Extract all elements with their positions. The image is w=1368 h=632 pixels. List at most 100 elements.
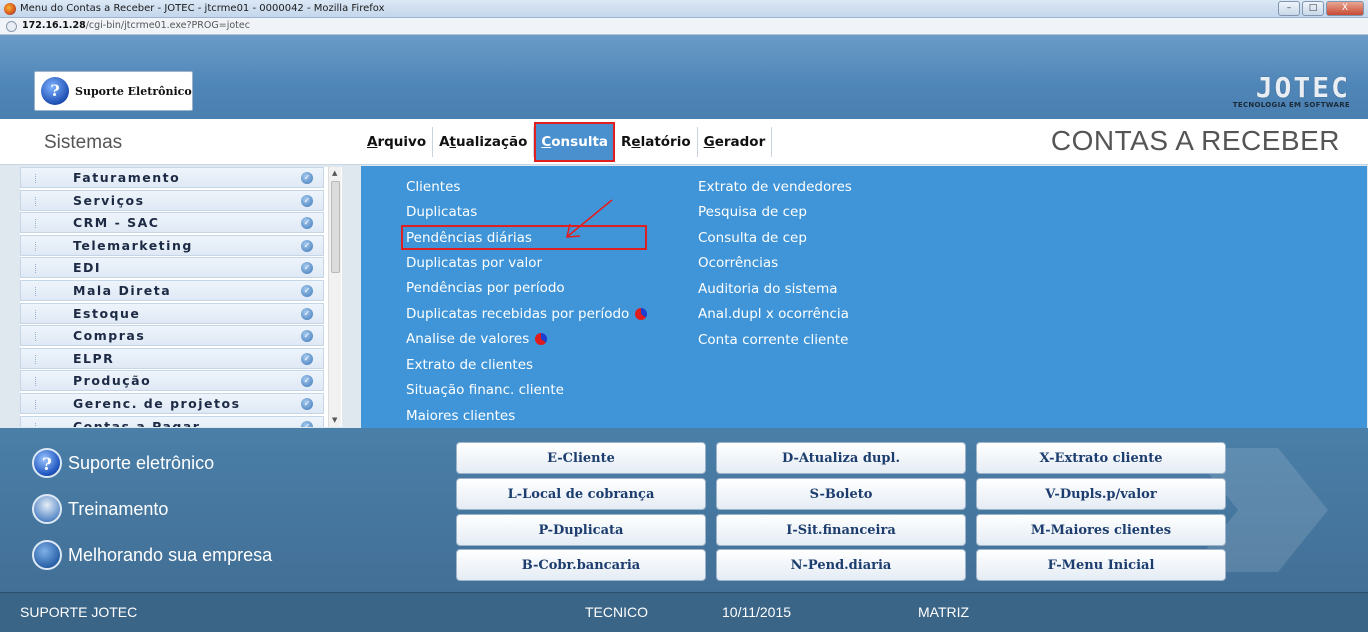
dropdown-item-label: Pesquisa de cep	[698, 204, 807, 221]
dropdown-item-label: Analise de valores	[406, 331, 530, 348]
status-company: SUPORTE JOTEC	[20, 604, 138, 620]
dropdown-item[interactable]: Conta corrente cliente	[698, 327, 852, 353]
globe-icon	[6, 21, 17, 32]
sidebar-item[interactable]: Produção ✓	[20, 370, 324, 392]
sidebar-item[interactable]: Estoque ✓	[20, 302, 324, 324]
quick-button[interactable]: D-Atualiza dupl.	[716, 442, 966, 474]
quick-button[interactable]: S-Boleto	[716, 478, 966, 510]
dropdown-item-label: Conta corrente cliente	[698, 331, 849, 348]
dropdown-item-label: Situação financ. cliente	[406, 382, 564, 399]
sidebar-item-label: Produção	[73, 373, 152, 389]
menu-atualizacao[interactable]: At ualização	[433, 127, 535, 157]
sidebar-item[interactable]: CRM - SAC ✓	[20, 212, 324, 234]
quick-button[interactable]: N-Pend.diaria	[716, 549, 966, 581]
support-electronic-button[interactable]: ? Suporte Eletrônico	[34, 71, 193, 111]
scroll-up-icon[interactable]: ▲	[332, 169, 337, 177]
dropdown-item[interactable]: Duplicatas por valor	[406, 250, 647, 276]
grip-icon	[35, 377, 37, 387]
dropdown-item[interactable]: Analise de valores	[406, 327, 647, 353]
sidebar-item-label: Estoque	[73, 305, 141, 321]
sidebar-item[interactable]: Serviços ✓	[20, 189, 324, 211]
status-bar: SUPORTE JOTEC TECNICO 10/11/2015 MATRIZ	[0, 592, 1368, 632]
quick-button[interactable]: M-Maiores clientes	[976, 514, 1226, 546]
systems-sidebar: Faturamento ✓ Serviços ✓ CRM - SAC ✓ Telemarke…	[20, 167, 342, 427]
sidebar-item[interactable]: Contas a Pagar ✓	[20, 415, 324, 427]
grip-icon	[35, 399, 37, 409]
dropdown-item-label: Anal.dupl x ocorrência	[698, 306, 849, 323]
dropdown-item[interactable]: Ocorrências	[698, 251, 852, 277]
status-date: 10/11/2015	[722, 604, 792, 620]
dropdown-item-label: Extrato de clientes	[406, 356, 534, 373]
check-icon: ✓	[301, 397, 313, 410]
dropdown-item[interactable]: Anal.dupl x ocorrência	[698, 302, 852, 328]
training-link[interactable]: Treinamento	[32, 494, 168, 524]
url-text[interactable]: 172.16.1.28/cgi-bin/jtcrme01.exe?PROG=jo…	[22, 20, 250, 31]
sidebar-item[interactable]: EDI ✓	[20, 257, 324, 279]
firefox-icon	[4, 3, 16, 15]
grip-icon	[35, 264, 37, 274]
minimize-button[interactable]: –	[1278, 1, 1300, 16]
sidebar-item[interactable]: Telemarketing ✓	[20, 234, 324, 256]
sidebar-item[interactable]: Gerenc. de projetos ✓	[20, 392, 324, 414]
window-controls: – □ X	[1276, 1, 1364, 16]
dropdown-item[interactable]: Auditoria do sistema	[698, 276, 852, 302]
menu-relatorio[interactable]: Re latório	[615, 127, 698, 157]
scroll-down-icon[interactable]: ▼	[332, 416, 337, 424]
grip-icon	[35, 219, 37, 229]
support-link[interactable]: ? Suporte eletrônico	[32, 448, 214, 478]
red-arrow-annotation	[565, 199, 613, 238]
sidebar-item[interactable]: ELPR ✓	[20, 347, 324, 369]
systems-title: Sistemas	[44, 132, 123, 153]
sidebar-item[interactable]: Mala Direta ✓	[20, 279, 324, 301]
grip-icon	[35, 196, 37, 206]
quick-button[interactable]: F-Menu Inicial	[976, 549, 1226, 581]
quick-button[interactable]: I-Sit.financeira	[716, 514, 966, 546]
grip-icon	[35, 309, 37, 319]
menu-arquivo[interactable]: Arquivo	[361, 127, 434, 157]
jotec-logo: JOTEC TECNOLOGIA EM SOFTWARE	[1232, 71, 1350, 110]
dropdown-item[interactable]: Extrato de clientes	[406, 352, 647, 378]
quick-button[interactable]: B-Cobr.bancaria	[456, 549, 706, 581]
sidebar-item-label: Faturamento	[73, 170, 181, 185]
sidebar-scrollbar[interactable]: ▲ ▼	[328, 167, 341, 427]
window-title: Menu do Contas a Receber - JOTEC - jtcrm…	[20, 3, 385, 14]
close-button[interactable]: X	[1326, 1, 1364, 16]
dropdown-item-label: Clientes	[406, 178, 461, 195]
check-icon: ✓	[301, 217, 313, 230]
dropdown-item-label: Duplicatas recebidas por período	[406, 305, 630, 322]
sidebar-item[interactable]: Compras ✓	[20, 325, 324, 347]
dropdown-item[interactable]: Duplicatas recebidas por período	[406, 301, 648, 327]
quick-button[interactable]: X-Extrato cliente	[976, 442, 1226, 474]
dropdown-item[interactable]: Maiores clientes	[406, 403, 647, 429]
dropdown-item[interactable]: Pendências por período	[406, 276, 647, 302]
status-user: TECNICO	[585, 604, 648, 620]
quick-button[interactable]: P-Duplicata	[456, 514, 706, 546]
sidebar-item-label: EDI	[73, 260, 102, 276]
sidebar-item[interactable]: Faturamento ✓	[20, 167, 324, 188]
module-title: CONTAS A RECEBER	[1050, 125, 1340, 156]
scrollbar-thumb[interactable]	[331, 181, 340, 273]
dropdown-item[interactable]: Pesquisa de cep	[698, 200, 852, 226]
dropdown-item[interactable]: Situação financ. cliente	[406, 378, 647, 404]
address-bar[interactable]: 172.16.1.28/cgi-bin/jtcrme01.exe?PROG=jo…	[0, 18, 1368, 35]
sidebar-item-label: Gerenc. de projetos	[73, 395, 241, 411]
improving-link[interactable]: Melhorando sua empresa	[32, 540, 272, 570]
dropdown-item-label: Pendências por período	[406, 280, 565, 297]
sidebar-item-label: Compras	[73, 328, 146, 344]
quick-button[interactable]: V-Dupls.p/valor	[976, 478, 1226, 510]
check-icon: ✓	[301, 262, 313, 275]
dropdown-item-label: Ocorrências	[698, 255, 779, 272]
menu-consulta[interactable]: Consulta	[534, 122, 616, 162]
menu-gerador[interactable]: Gerador	[698, 127, 773, 157]
quick-button[interactable]: E-Cliente	[456, 442, 706, 474]
dropdown-item[interactable]: Consulta de cep	[698, 225, 852, 251]
quick-button[interactable]: L-Local de cobrança	[456, 478, 706, 510]
dropdown-item-label: Consulta de cep	[698, 229, 807, 246]
pie-chart-icon	[535, 333, 548, 346]
maximize-button[interactable]: □	[1302, 1, 1324, 16]
sidebar-item-label: Serviços	[73, 192, 145, 208]
dropdown-column-2: Extrato de vendedores Pesquisa de cep Cons…	[698, 174, 852, 353]
dropdown-item[interactable]: Extrato de vendedores	[698, 174, 852, 200]
check-icon: ✓	[301, 375, 313, 388]
check-icon: ✓	[301, 330, 313, 343]
